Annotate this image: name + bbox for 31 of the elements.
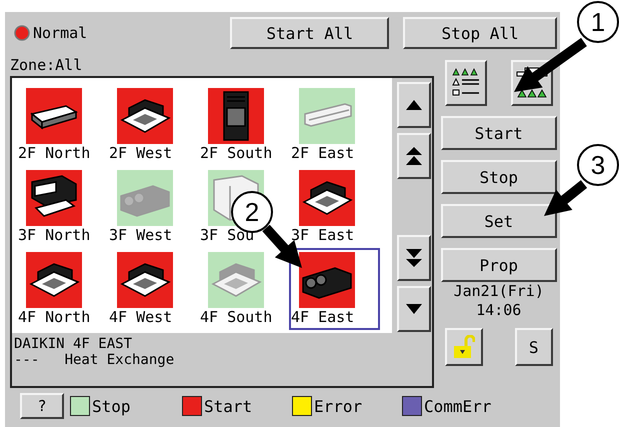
unit-tile[interactable]: 2F West	[107, 84, 198, 166]
help-button[interactable]: ?	[20, 393, 64, 419]
unit-tile[interactable]: 2F North	[16, 84, 107, 166]
unit-tile[interactable]: 3F North	[16, 166, 107, 248]
callout-badge: 1	[577, 1, 619, 43]
legend-label: Stop	[92, 396, 131, 416]
panel-button[interactable]: Stop	[440, 160, 557, 194]
unit-info-text: --- Heat Exchange	[14, 352, 176, 368]
unit-tile[interactable]: 4F South	[198, 248, 289, 330]
panel-button[interactable]: Start	[440, 116, 557, 150]
legend-label: Error	[314, 396, 362, 416]
callout-badge: 3	[577, 144, 619, 186]
unit-tile[interactable]: 3F West	[107, 166, 198, 248]
legend-label: Start	[204, 396, 252, 416]
time-label: 14:06	[476, 301, 522, 320]
date-label: Jan21(Fri)	[454, 282, 544, 301]
legend-label: CommErr	[424, 396, 492, 416]
panel-button[interactable]: Start All	[230, 17, 390, 49]
panel-button[interactable]: Prop	[440, 248, 557, 282]
panel-button[interactable]: Stop All	[403, 17, 557, 49]
s-button[interactable]: S	[514, 328, 553, 366]
zone-label: Zone:All	[10, 56, 84, 74]
unit-info-text: DAIKIN 4F EAST	[14, 336, 134, 352]
unit-tile[interactable]: 2F East	[289, 84, 380, 166]
unit-tile[interactable]: 4F West	[107, 248, 198, 330]
panel-button[interactable]: Set	[440, 204, 557, 238]
unit-tile[interactable]: 4F East	[289, 248, 380, 330]
unit-tile[interactable]: 3F East	[289, 166, 380, 248]
unit-tile[interactable]: 2F South	[198, 84, 289, 166]
unit-tile[interactable]: 4F North	[16, 248, 107, 330]
status-label: Normal	[33, 24, 88, 42]
